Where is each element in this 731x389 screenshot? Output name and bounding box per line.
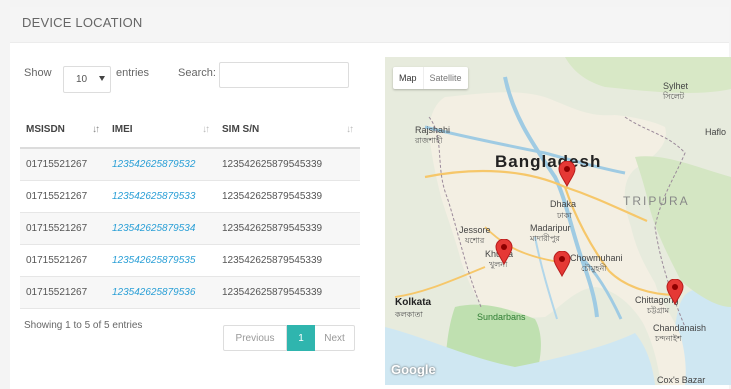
msisdn-cell: 01715521267 [20,276,106,309]
pagination: Previous 1 Next [223,325,355,351]
msisdn-cell: 01715521267 [20,212,106,245]
search-label: Search: [178,67,216,79]
map-label-rajshahi: Rajshahi [415,125,451,135]
map-label-madaripur: Madaripur [530,223,571,233]
map-label-chowmuhani: Chowmuhani [570,253,623,263]
show-label: Show [24,67,52,79]
page-1-button[interactable]: 1 [287,325,315,351]
imei-cell: 123542625879534 [106,212,216,245]
table-header-row: MSISDN ↓↑ IMEI ↓↑ SIM S/N ↓↑ [20,112,360,149]
map-marker-icon[interactable] [558,161,576,187]
sim-sn-cell: 123542625879545339 [216,180,360,213]
map-label-tripura: TRIPURA [623,194,690,208]
imei-link[interactable]: 123542625879534 [112,223,195,234]
map-label-dhaka-bn: ঢাকা [557,211,572,220]
page-length-select[interactable]: 10 [63,66,111,93]
map-marker-icon[interactable] [553,251,571,277]
map-label-sundarbans: Sundarbans [477,312,526,322]
table-row: 01715521267 123542625879536 123542625879… [20,276,360,309]
map-label-chandanaish-bn: চন্দনাইশ [655,334,682,343]
sort-icon: ↓↑ [346,124,354,135]
map-label-country: Bangladesh [495,152,602,171]
search-input[interactable] [219,62,349,88]
device-table: MSISDN ↓↑ IMEI ↓↑ SIM S/N ↓↑ 01715521267 12… [20,112,360,309]
msisdn-cell: 01715521267 [20,148,106,181]
previous-button[interactable]: Previous [223,325,287,351]
column-header-msisdn[interactable]: MSISDN ↓↑ [20,112,106,149]
sim-sn-cell: 123542625879545339 [216,212,360,245]
map-label-kolkata-bn: কলকাতা [395,310,423,319]
column-header-label: MSISDN [26,124,65,135]
column-header-label: IMEI [112,124,133,135]
msisdn-cell: 01715521267 [20,180,106,213]
map-label-jessore: Jessore [459,225,491,235]
imei-link[interactable]: 123542625879536 [112,287,195,298]
chevron-down-icon [99,76,105,81]
column-header-sim-sn[interactable]: SIM S/N ↓↑ [216,112,360,149]
sim-sn-cell: 123542625879545339 [216,148,360,181]
imei-cell: 123542625879533 [106,180,216,213]
table-row: 01715521267 123542625879532 123542625879… [20,148,360,181]
map-label-rajshahi-bn: রাজশাহী [415,136,443,145]
imei-link[interactable]: 123542625879532 [112,159,195,170]
entries-label: entries [116,67,150,79]
page-title: DEVICE LOCATION [22,15,143,30]
map-label-sylhet: Sylhet [663,81,689,91]
map-label-chowmuhani-bn: চৌমুহনী [581,264,607,273]
next-button[interactable]: Next [315,325,355,351]
map-label-jessore-bn: যশোর [465,236,485,245]
imei-cell: 123542625879536 [106,276,216,309]
map-label-coxs-bazar: Cox's Bazar [657,375,706,385]
imei-cell: 123542625879535 [106,244,216,277]
imei-cell: 123542625879532 [106,148,216,181]
table-row: 01715521267 123542625879534 123542625879… [20,212,360,245]
table-info: Showing 1 to 5 of 5 entries [24,320,143,331]
sort-icon: ↓↑ [202,124,210,135]
imei-link[interactable]: 123542625879535 [112,255,195,266]
map-marker-icon[interactable] [495,239,513,265]
page-length-value: 10 [76,74,88,85]
map-label-kolkata: Kolkata [395,297,432,308]
map-type-control: Map Satellite [393,67,468,89]
sim-sn-cell: 123542625879545339 [216,276,360,309]
map-label-chittagong-bn: চট্টগ্রাম [647,306,670,315]
sort-icon: ↓↑ [92,124,100,135]
map-type-map-button[interactable]: Map [393,67,423,89]
map-label-chandanaish: Chandanaish [653,323,707,333]
map-label-sylhet-bn: সিলেট [663,92,685,101]
map-label-haflong: Haflo [705,127,727,137]
sim-sn-cell: 123542625879545339 [216,244,360,277]
google-logo: Google [391,362,436,377]
map-type-satellite-button[interactable]: Satellite [422,67,468,89]
table-row: 01715521267 123542625879535 123542625879… [20,244,360,277]
location-map[interactable]: Map Satellite Rajshahi রাজশাহী Banglades… [385,57,731,385]
imei-link[interactable]: 123542625879533 [112,191,195,202]
panel-header: DEVICE LOCATION [10,7,729,43]
map-label-madaripur-bn: মাদারীপুর [530,234,560,243]
column-header-imei[interactable]: IMEI ↓↑ [106,112,216,149]
msisdn-cell: 01715521267 [20,244,106,277]
column-header-label: SIM S/N [222,124,260,135]
map-marker-icon[interactable] [666,279,684,305]
map-label-dhaka: Dhaka [550,199,577,209]
table-row: 01715521267 123542625879533 123542625879… [20,180,360,213]
